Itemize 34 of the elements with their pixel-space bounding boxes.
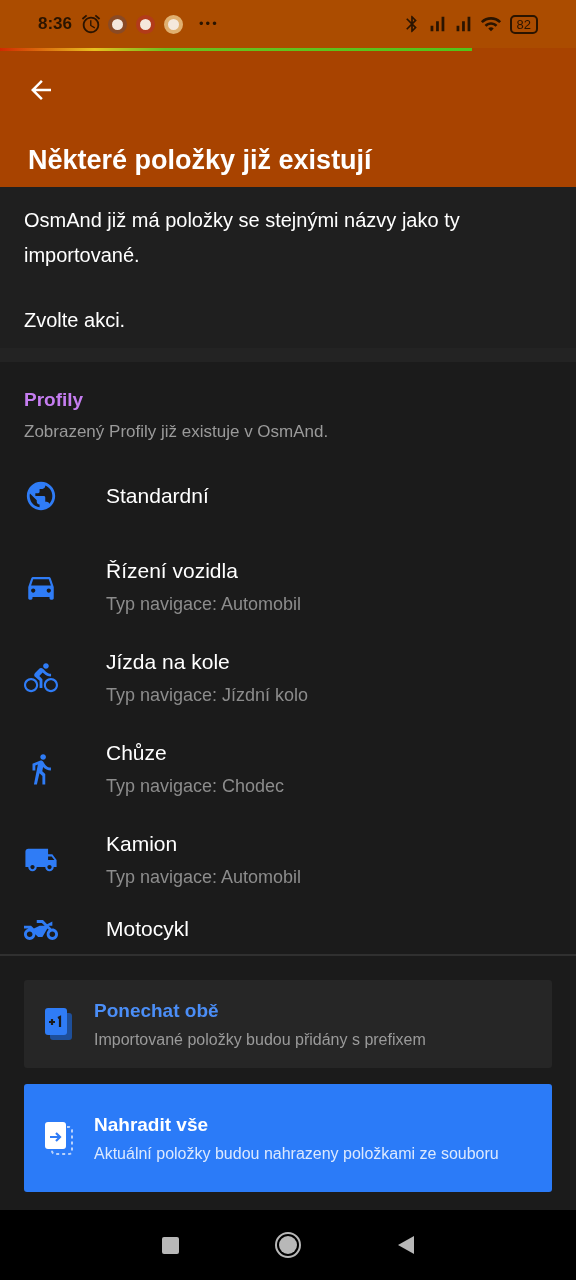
profile-name: Standardní [106, 482, 209, 509]
home-button[interactable] [274, 1232, 301, 1258]
intro-prompt: Zvolte akci. [24, 308, 127, 333]
replace-file-icon [44, 1121, 74, 1155]
profile-name: Řízení vozidla [106, 557, 239, 584]
section-title: Profily [24, 388, 85, 412]
profile-subtitle: Typ navigace: Chodec [106, 775, 285, 799]
profile-name: Chůze [106, 739, 168, 766]
action-description: Importované položky budou přidány s prefixem [94, 1029, 426, 1050]
app-notification-icon [108, 14, 128, 34]
intro-message: OsmAnd již má položky se stejnými názvy jako ty importované. [24, 208, 461, 268]
profile-subtitle: Typ navigace: Automobil [106, 593, 302, 617]
status-time: 8:36 [38, 13, 73, 36]
action-button[interactable]: Ponechat obě Importované položky budou přidány s prefixem [24, 980, 552, 1068]
duplicate-icon [44, 1007, 74, 1041]
recent-apps-button[interactable] [161, 1236, 179, 1254]
profile-name: Kamion [106, 830, 179, 857]
action-title: Ponechat obě [94, 999, 220, 1024]
app-notification-icon [136, 14, 156, 34]
battery-indicator: 82 [509, 14, 538, 34]
profile-subtitle: Typ navigace: Jízdní kolo [106, 684, 309, 708]
page-title: Některé položky již existují [27, 144, 373, 177]
profile-name: Motocykl [106, 916, 189, 942]
back-nav-icon[interactable] [396, 1235, 415, 1255]
action-button[interactable]: Nahradit vše Aktuální položky budou nahrazeny položkami ze souboru [24, 1084, 552, 1192]
section-description: Zobrazený Profily již existuje v OsmAnd. [24, 420, 330, 443]
more-notifications: ••• [199, 15, 219, 34]
alarm-icon [80, 13, 103, 35]
app-notification-icon [164, 14, 184, 34]
action-description: Aktuální položky budou nahrazeny položkami ze souboru [94, 1143, 499, 1164]
profile-name: Jízda na kole [106, 648, 231, 675]
bicycle-icon [24, 660, 58, 695]
action-title: Nahradit vše [94, 1113, 210, 1138]
profile-subtitle: Typ navigace: Automobil [106, 866, 302, 890]
